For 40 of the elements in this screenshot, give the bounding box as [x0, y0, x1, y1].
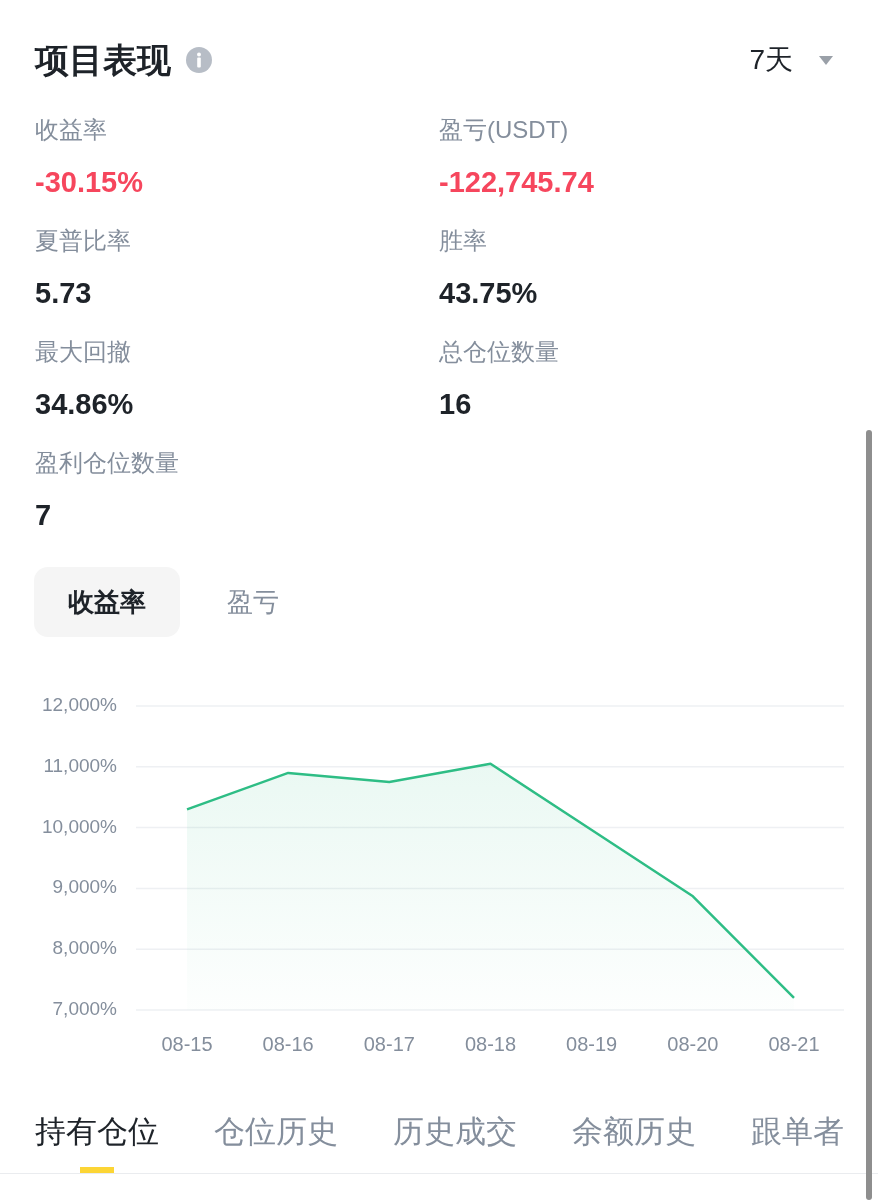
stat-label: 胜率 — [439, 226, 487, 256]
stat-label: 总仓位数量 — [439, 337, 559, 367]
stat-value: 7 — [35, 498, 52, 533]
tab-underline — [80, 1167, 114, 1173]
stat-label: 最大回撤 — [35, 337, 131, 367]
scrollbar[interactable] — [866, 430, 872, 1200]
section-tab[interactable]: 仓位历史 — [214, 1112, 338, 1173]
x-axis-label: 08-20 — [667, 1033, 719, 1056]
section-tab[interactable]: 持有仓位 — [35, 1112, 159, 1173]
chart-tab[interactable]: 收益率 — [34, 567, 180, 637]
stat-value: -122,745.74 — [439, 165, 594, 200]
x-axis-label: 08-18 — [464, 1033, 517, 1056]
section-tab[interactable]: 历史成交 — [393, 1112, 517, 1173]
x-axis-label: 08-17 — [363, 1033, 415, 1056]
y-axis-label: 12,000% — [42, 694, 117, 715]
info-icon[interactable] — [186, 47, 212, 73]
section-tab[interactable]: 余额历史 — [572, 1112, 696, 1173]
chart-tab[interactable]: 盈亏 — [180, 567, 326, 637]
period-dropdown[interactable]: 7天 — [749, 40, 833, 80]
stat-value: 5.73 — [35, 276, 92, 311]
stat-value: 34.86% — [35, 387, 134, 422]
x-axis-label: 08-19 — [566, 1033, 618, 1056]
y-axis-label: 7,000% — [52, 998, 117, 1019]
caret-icon — [819, 55, 833, 65]
stat-label: 收益率 — [35, 115, 107, 145]
y-axis-label: 10,000% — [42, 815, 117, 837]
y-axis-label: 9,000% — [52, 876, 117, 898]
stat-value: 16 — [439, 387, 472, 422]
stat-label: 盈亏(USDT) — [439, 115, 569, 145]
stat-value: 43.75% — [439, 276, 538, 311]
x-axis-label: 08-21 — [768, 1033, 820, 1056]
y-axis-label: 8,000% — [52, 937, 117, 959]
x-axis-label: 08-15 — [161, 1033, 213, 1056]
x-axis-label: 08-16 — [262, 1033, 314, 1056]
y-axis-label: 11,000% — [43, 754, 117, 776]
section-tab[interactable]: 跟单者 — [751, 1112, 844, 1173]
section-title: 项目表现 — [35, 40, 171, 81]
stat-value: -30.15% — [35, 165, 143, 200]
stat-label: 夏普比率 — [35, 226, 131, 256]
stat-label: 盈利仓位数量 — [35, 448, 179, 478]
